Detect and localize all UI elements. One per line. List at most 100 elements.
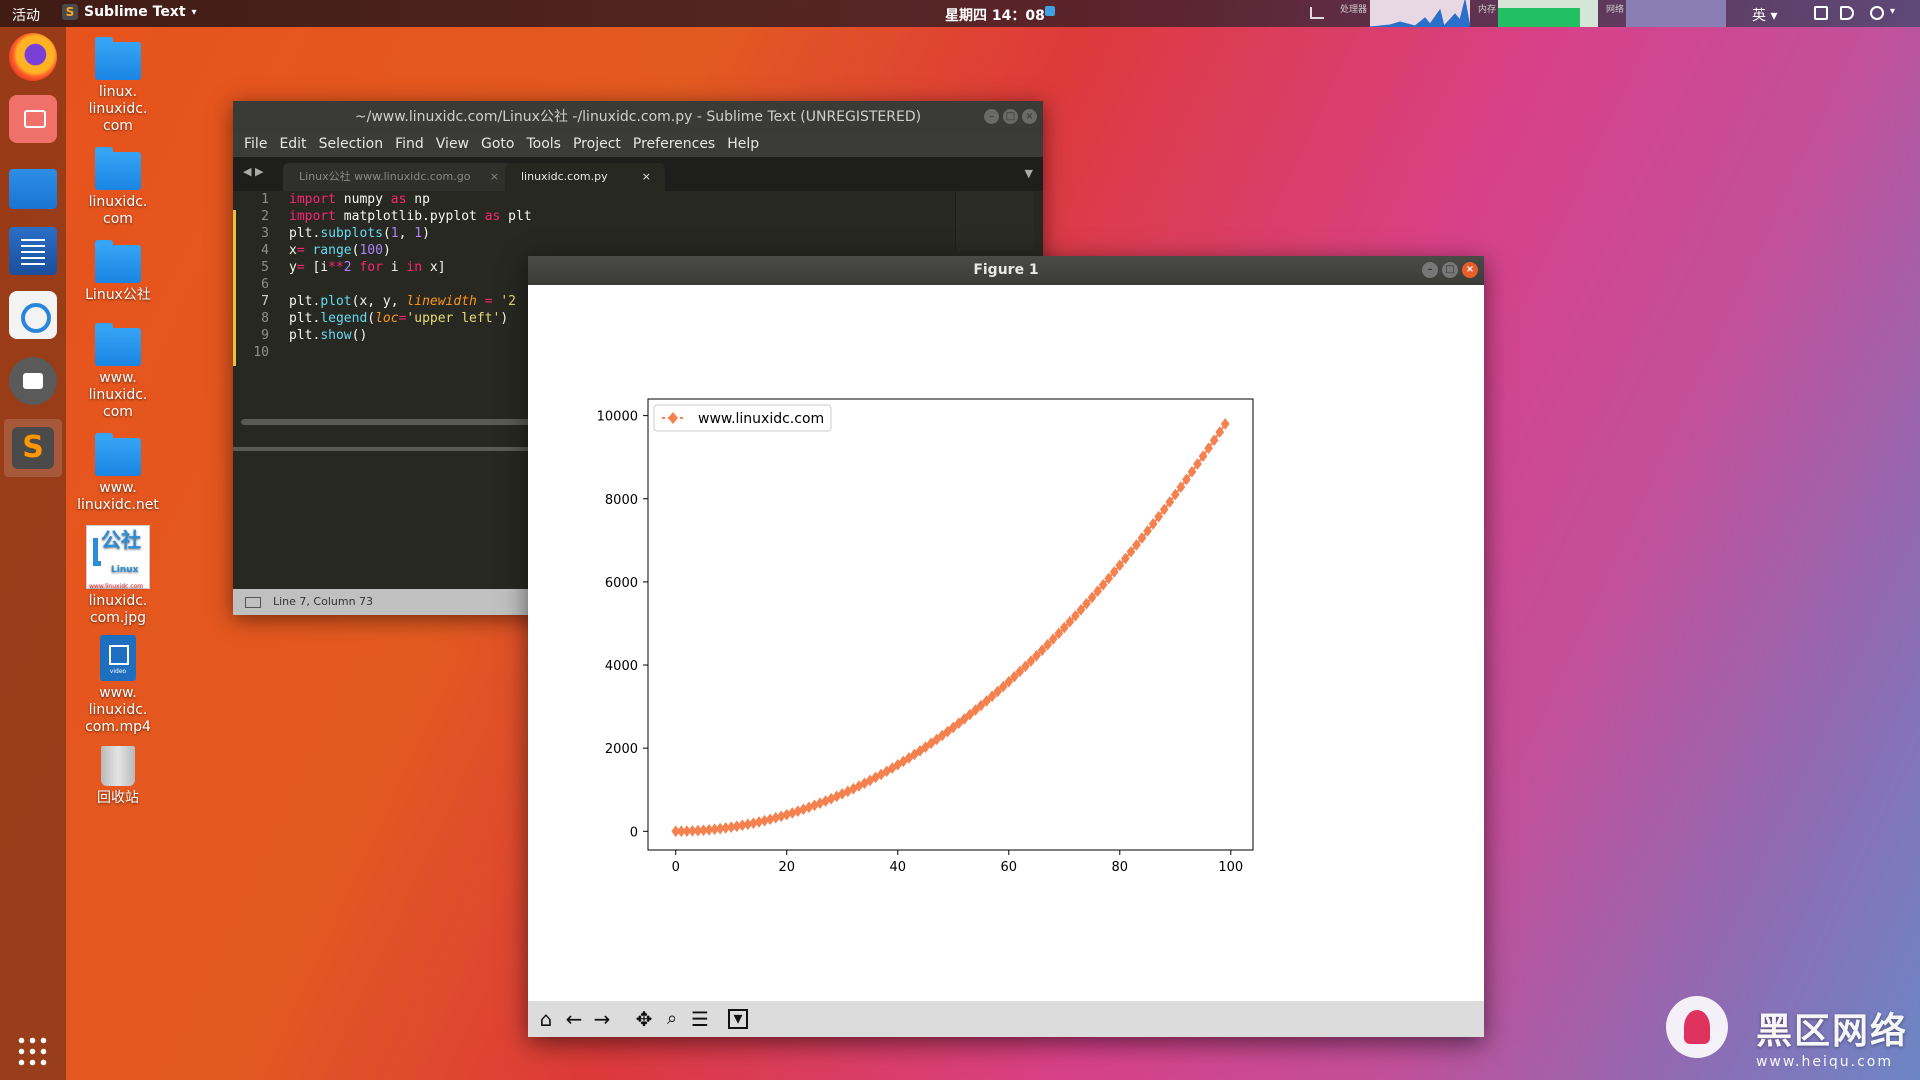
notification-icon <box>1045 6 1055 16</box>
menu-find[interactable]: Find <box>390 133 429 157</box>
sublime-logo-icon: S <box>12 427 54 469</box>
menu-help[interactable]: Help <box>722 133 764 157</box>
tab-bar: ◀ ▶ Linux公社 www.linuxidc.com.go × linuxi… <box>233 157 1043 191</box>
subplots-icon[interactable]: ☰ <box>688 1007 712 1031</box>
activities-button[interactable]: 活动 <box>12 5 40 25</box>
cursor-position: Line 7, Column 73 <box>273 595 374 608</box>
desktop-icon-label: linuxidc. com <box>88 194 148 227</box>
input-method-label: 英 <box>1752 8 1766 24</box>
plot-canvas[interactable]: 0 20 40 60 80 100 0 2000 4000 6000 8000 10000 www.li… <box>528 285 1484 1001</box>
tab-label: linuxidc.com.py <box>521 170 608 183</box>
home-icon[interactable]: ⌂ <box>534 1007 558 1031</box>
thumb-title: 公社 <box>101 528 141 552</box>
memory-graph <box>1498 0 1598 27</box>
desktop-icon-label: 回收站 <box>97 790 139 806</box>
display-icon[interactable] <box>1814 6 1828 20</box>
watermark-logo-icon <box>1665 996 1728 1058</box>
menu-selection[interactable]: Selection <box>314 133 389 157</box>
app-menu[interactable]: S Sublime Text ▾ <box>62 4 197 20</box>
y-tick-label: 2000 <box>605 742 638 757</box>
desktop-icon-folder[interactable]: Linux公社 <box>70 240 166 304</box>
y-tick-label: 0 <box>630 825 638 840</box>
line-number: 9 <box>261 328 269 343</box>
power-icon[interactable] <box>1870 6 1884 20</box>
close-icon[interactable]: × <box>1022 109 1037 124</box>
menu-tools[interactable]: Tools <box>521 133 566 157</box>
watermark-title: 黑区网络 <box>1755 1011 1908 1052</box>
screenshot-app-icon[interactable] <box>9 95 57 143</box>
y-tick-label: 6000 <box>605 576 638 591</box>
folder-icon <box>95 147 141 190</box>
software-center-icon[interactable] <box>9 291 57 339</box>
minimize-icon[interactable]: – <box>1422 262 1438 278</box>
minimize-icon[interactable]: – <box>984 109 999 124</box>
sublime-titlebar[interactable]: ~/www.linuxidc.com/Linux公社 -/linuxidc.co… <box>233 101 1043 133</box>
files-icon[interactable] <box>9 169 57 209</box>
desktop-icon-label: linuxidc. com.jpg <box>88 593 148 626</box>
cpu-graph <box>1369 0 1471 28</box>
window-title: ~/www.linuxidc.com/Linux公社 -/linuxidc.co… <box>354 109 922 125</box>
menu-view[interactable]: View <box>431 133 474 157</box>
top-bar: 活动 S Sublime Text ▾ 星期四 14：08 处理器 内存 网络 … <box>0 0 1920 28</box>
line-number: 2 <box>261 209 269 224</box>
clock[interactable]: 星期四 14：08 <box>945 5 1045 25</box>
forward-icon[interactable]: → <box>590 1007 614 1031</box>
panel-toggle-icon[interactable] <box>245 597 261 608</box>
desktop-icon-video[interactable]: video www. linuxidc. com.mp4 <box>70 635 166 736</box>
minimap[interactable] <box>955 191 1033 251</box>
sublime-text-icon[interactable]: S <box>4 419 62 477</box>
x-tick-label: 20 <box>778 860 795 875</box>
line-number: 10 <box>253 345 269 360</box>
system-monitor-icon[interactable] <box>1310 7 1324 19</box>
figure-titlebar[interactable]: Figure 1 – □ × <box>528 256 1484 285</box>
network-label: 网络 <box>1606 5 1625 15</box>
menu-edit[interactable]: Edit <box>274 133 311 157</box>
close-icon[interactable]: × <box>1462 262 1478 278</box>
line-number: 6 <box>261 277 269 292</box>
firefox-icon[interactable] <box>9 33 57 81</box>
thumb-l-mark <box>93 538 101 566</box>
desktop-icon-label: www. linuxidc.net <box>77 480 159 513</box>
watermark-url: www.heiqu.com <box>1755 1054 1893 1070</box>
chevron-down-icon: ▾ <box>191 6 197 18</box>
app-menu-label: Sublime Text <box>84 4 186 20</box>
save-icon[interactable]: ▾ <box>728 1009 748 1029</box>
desktop-icon-label: Linux公社 <box>85 287 151 303</box>
close-icon[interactable]: × <box>490 163 499 191</box>
show-apps-icon[interactable] <box>16 1035 48 1067</box>
cheese-camera-icon[interactable] <box>9 357 57 405</box>
network-graph <box>1626 0 1726 27</box>
volume-icon[interactable] <box>1840 6 1854 20</box>
x-tick-label: 80 <box>1112 860 1129 875</box>
maximize-icon[interactable]: □ <box>1442 262 1458 278</box>
dock: S <box>0 27 66 1080</box>
desktop-icon-folder[interactable]: linuxidc. com <box>70 147 166 228</box>
tab-go-file[interactable]: Linux公社 www.linuxidc.com.go × <box>283 163 513 191</box>
desktop-icon-folder[interactable]: linux. linuxidc. com <box>70 37 166 135</box>
desktop-icon-image[interactable]: 公社 Linux www.linuxidc.com linuxidc. com.… <box>70 525 166 627</box>
chevron-down-icon[interactable]: ▾ <box>1890 6 1895 17</box>
video-file-icon: video <box>100 635 136 681</box>
pan-icon[interactable]: ✥ <box>632 1007 656 1031</box>
menu-file[interactable]: File <box>239 133 272 157</box>
desktop-icon-trash[interactable]: 回收站 <box>70 746 166 807</box>
input-method-indicator[interactable]: 英 ▾ <box>1752 5 1777 25</box>
cpu-label: 处理器 <box>1340 5 1368 15</box>
desktop-icon-folder[interactable]: www. linuxidc. com <box>70 323 166 421</box>
desktop-icon-folder[interactable]: www. linuxidc.net <box>70 433 166 514</box>
tab-py-file[interactable]: linuxidc.com.py × <box>505 163 665 191</box>
tab-dropdown-icon[interactable]: ▼ <box>1025 167 1033 180</box>
maximize-icon[interactable]: □ <box>1003 109 1018 124</box>
folder-icon <box>95 433 141 476</box>
menu-goto[interactable]: Goto <box>476 133 519 157</box>
menu-preferences[interactable]: Preferences <box>628 133 720 157</box>
back-icon[interactable]: ← <box>562 1007 586 1031</box>
series-line <box>675 423 1227 833</box>
tab-nav-arrows-icon[interactable]: ◀ ▶ <box>243 165 263 178</box>
writer-icon[interactable] <box>9 227 57 275</box>
legend-label: www.linuxidc.com <box>698 411 824 427</box>
close-icon[interactable]: × <box>642 163 651 191</box>
memory-label: 内存 <box>1478 5 1497 15</box>
menu-project[interactable]: Project <box>568 133 626 157</box>
zoom-icon[interactable]: ⌕ <box>660 1007 684 1031</box>
